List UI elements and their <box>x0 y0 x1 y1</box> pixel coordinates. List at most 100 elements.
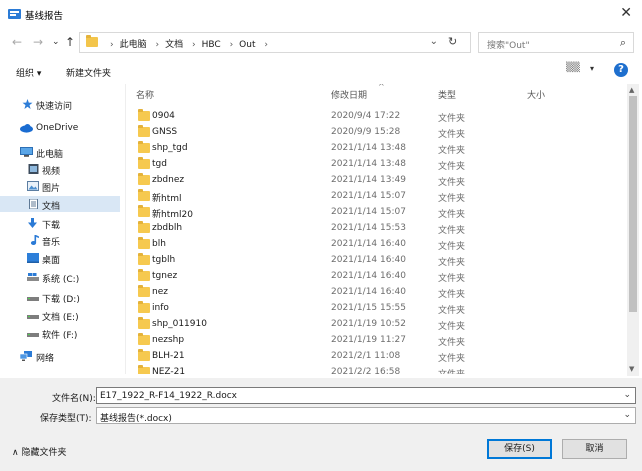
folder-icon <box>138 317 150 329</box>
folder-icon <box>138 349 150 361</box>
recent-locations-button[interactable]: ⌄ <box>52 35 60 49</box>
sidebar-item-drive-e[interactable]: 文档 (E:) <box>0 307 120 323</box>
column-header-size[interactable]: 大小 <box>527 88 545 101</box>
file-row[interactable]: nezshp 2021/1/19 11:27 文件夹 <box>130 332 610 348</box>
crumb-this-pc[interactable]: 此电脑 <box>120 40 147 50</box>
file-row[interactable]: tgnez 2021/1/14 16:40 文件夹 <box>130 268 610 284</box>
file-row[interactable]: shp_011910 2021/1/19 10:52 文件夹 <box>130 316 610 332</box>
file-type: 文件夹 <box>438 274 466 284</box>
documents-icon <box>29 199 38 209</box>
hide-folders-button[interactable]: ∧ 隐藏文件夹 <box>12 445 66 458</box>
file-name: zbdnez <box>152 175 185 185</box>
file-row[interactable]: 0904 2020/9/4 17:22 文件夹 <box>130 108 610 124</box>
up-button[interactable]: ↑ <box>65 35 75 49</box>
download-icon <box>28 218 37 228</box>
file-row[interactable]: nez 2021/1/14 16:40 文件夹 <box>130 284 610 300</box>
file-row[interactable]: BLH-21 2021/2/1 11:08 文件夹 <box>130 348 610 364</box>
folder-icon <box>138 253 150 265</box>
sidebar-item-label: 文档 (E:) <box>42 313 79 323</box>
file-modified: 2021/1/14 13:48 <box>331 143 406 153</box>
computer-icon <box>20 147 33 157</box>
save-type-value: 基线报告(*.docx) <box>100 414 172 424</box>
filename-dropdown-icon[interactable]: ⌄ <box>623 390 631 400</box>
sidebar-item-drive-f[interactable]: 软件 (F:) <box>0 325 120 341</box>
search-icon[interactable]: ⌕ <box>620 36 626 50</box>
save-button[interactable]: 保存(S) <box>487 439 552 459</box>
file-row[interactable]: zbdblh 2021/1/14 15:53 文件夹 <box>130 220 610 236</box>
column-header-name[interactable]: 名称 <box>136 88 154 101</box>
crumb-hbc[interactable]: HBC <box>202 40 221 50</box>
sidebar-item-network[interactable]: 网络 <box>0 348 120 364</box>
file-modified: 2020/9/9 15:28 <box>331 127 401 137</box>
scrollbar-thumb[interactable] <box>629 96 637 312</box>
file-row[interactable]: blh 2021/1/14 16:40 文件夹 <box>130 236 610 252</box>
sidebar-item-quick-access[interactable]: 快速访问 <box>0 96 120 112</box>
file-row[interactable]: 新html 2021/1/14 15:07 文件夹 <box>130 188 610 204</box>
sidebar-item-downloads[interactable]: 下载 <box>0 215 120 231</box>
view-options-icon[interactable]: ▒▒ <box>566 63 580 73</box>
file-name: info <box>152 303 169 313</box>
sidebar-item-pictures[interactable]: 图片 <box>0 178 120 194</box>
file-row[interactable]: tgblh 2021/1/14 16:40 文件夹 <box>130 252 610 268</box>
file-row[interactable]: zbdnez 2021/1/14 13:49 文件夹 <box>130 172 610 188</box>
scroll-down-icon[interactable]: ▼ <box>629 365 634 373</box>
sidebar-item-desktop[interactable]: 桌面 <box>0 250 120 266</box>
folder-icon <box>138 301 150 313</box>
sidebar-item-label: 下载 <box>42 221 61 231</box>
file-row[interactable]: NEZ-21 2021/2/2 16:58 文件夹 <box>130 364 610 374</box>
network-icon <box>20 351 32 361</box>
new-folder-button[interactable]: 新建文件夹 <box>66 66 111 79</box>
file-row[interactable]: GNSS 2020/9/9 15:28 文件夹 <box>130 124 610 140</box>
organize-button[interactable]: 组织 ▾ <box>16 66 41 79</box>
address-bar[interactable]: › 此电脑 › 文档 › HBC › Out › ⌄ <box>79 32 471 53</box>
refresh-icon[interactable]: ↻ <box>448 35 457 48</box>
sidebar-item-drive-c[interactable]: 系统 (C:) <box>0 269 120 285</box>
folder-icon <box>138 173 150 185</box>
file-modified: 2021/2/1 11:08 <box>331 351 401 361</box>
sidebar-item-documents[interactable]: 文档 <box>0 196 120 212</box>
crumb-documents[interactable]: 文档 <box>165 40 183 50</box>
folder-icon <box>138 237 150 249</box>
folder-icon <box>138 269 150 281</box>
save-type-dropdown-icon[interactable]: ⌄ <box>623 410 631 420</box>
file-type: 文件夹 <box>438 242 466 252</box>
pictures-icon <box>27 181 39 191</box>
address-dropdown-icon[interactable]: ⌄ <box>430 36 438 47</box>
help-icon[interactable]: ? <box>614 63 628 77</box>
back-button[interactable]: ← <box>12 35 22 49</box>
sidebar-item-music[interactable]: 音乐 <box>0 232 120 248</box>
filename-input[interactable]: E17_1922_R-F14_1922_R.docx ⌄ <box>96 387 636 404</box>
file-row[interactable]: info 2021/1/15 15:55 文件夹 <box>130 300 610 316</box>
sidebar-item-onedrive[interactable]: OneDrive <box>0 120 120 136</box>
drive-icon <box>27 333 39 337</box>
column-header-modified[interactable]: 修改日期 <box>331 88 367 101</box>
file-modified: 2020/9/4 17:22 <box>331 111 401 121</box>
cancel-button[interactable]: 取消 <box>562 439 627 459</box>
folder-icon <box>138 141 150 153</box>
file-modified: 2021/1/14 15:53 <box>331 223 406 233</box>
file-row[interactable]: 新html20 2021/1/14 15:07 文件夹 <box>130 204 610 220</box>
sidebar-item-this-pc[interactable]: 此电脑 <box>0 144 120 160</box>
crumb-out[interactable]: Out <box>239 40 255 50</box>
save-type-select[interactable]: 基线报告(*.docx) ⌄ <box>96 407 636 424</box>
sidebar-item-label: 此电脑 <box>36 150 64 160</box>
sidebar-item-videos[interactable]: 视频 <box>0 161 120 177</box>
forward-button[interactable]: → <box>33 35 43 49</box>
file-name: 新html <box>152 194 182 204</box>
close-button[interactable]: ✕ <box>620 5 632 21</box>
file-type: 文件夹 <box>438 306 466 316</box>
sidebar-item-drive-d[interactable]: 下载 (D:) <box>0 289 120 305</box>
folder-icon <box>86 35 98 47</box>
file-row[interactable]: tgd 2021/1/14 13:48 文件夹 <box>130 156 610 172</box>
file-name: blh <box>152 239 166 249</box>
search-input[interactable]: 搜索"Out" ⌕ <box>478 32 634 53</box>
sidebar-item-label: 网络 <box>36 354 55 364</box>
column-header-type[interactable]: 类型 <box>438 88 456 101</box>
sidebar-item-label: OneDrive <box>36 123 79 133</box>
sidebar-item-label: 图片 <box>42 184 61 194</box>
file-row[interactable]: shp_tgd 2021/1/14 13:48 文件夹 <box>130 140 610 156</box>
sidebar-item-label: 文档 <box>42 202 61 212</box>
scroll-up-icon[interactable]: ▲ <box>629 86 634 94</box>
view-dropdown-icon[interactable]: ▾ <box>590 64 594 73</box>
vertical-scrollbar[interactable]: ▲ ▼ <box>627 84 639 376</box>
